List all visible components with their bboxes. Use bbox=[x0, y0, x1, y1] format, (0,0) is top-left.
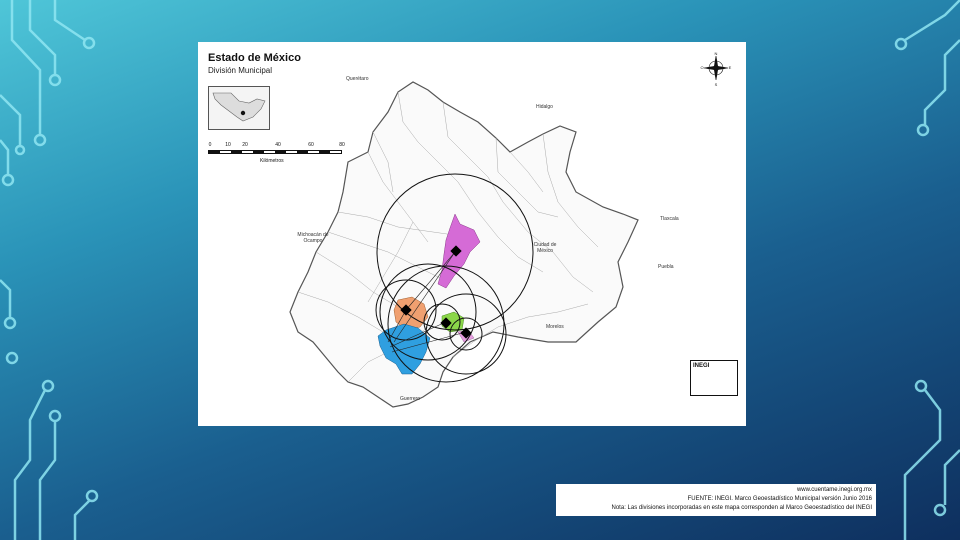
state-map bbox=[289, 81, 639, 408]
label-michoacan: Michoacán de Ocampo bbox=[297, 232, 329, 244]
label-hidalgo: Hidalgo bbox=[536, 104, 553, 110]
label-tlaxcala: Tlaxcala bbox=[660, 216, 679, 222]
compass-s: S bbox=[715, 82, 718, 87]
compass-o: O bbox=[700, 65, 703, 70]
label-queretaro: Querétaro bbox=[346, 76, 369, 82]
label-morelos: Morelos bbox=[546, 324, 564, 330]
compass-n: N bbox=[715, 51, 718, 56]
source-fuente: FUENTE: INEGI. Marco Geoestadístico Muni… bbox=[687, 496, 872, 502]
inegi-logo-text: INEGI bbox=[693, 363, 710, 369]
source-url: www.cuentame.inegi.org.mx bbox=[796, 487, 872, 493]
label-guerrero: Guerrero bbox=[400, 396, 421, 402]
source-nota: Nota: Las divisiones incorporadas en est… bbox=[611, 505, 872, 511]
compass-e: E bbox=[729, 65, 732, 70]
inegi-logo: INEGI bbox=[690, 360, 738, 396]
map-image: Estado de México División Municipal 0 10… bbox=[198, 42, 746, 426]
label-ciudad-mexico: Ciudad de México bbox=[533, 242, 557, 254]
label-puebla: Puebla bbox=[658, 264, 674, 270]
source-note: www.cuentame.inegi.org.mx FUENTE: INEGI.… bbox=[556, 484, 876, 516]
compass-rose-icon: N S E O bbox=[700, 51, 732, 87]
